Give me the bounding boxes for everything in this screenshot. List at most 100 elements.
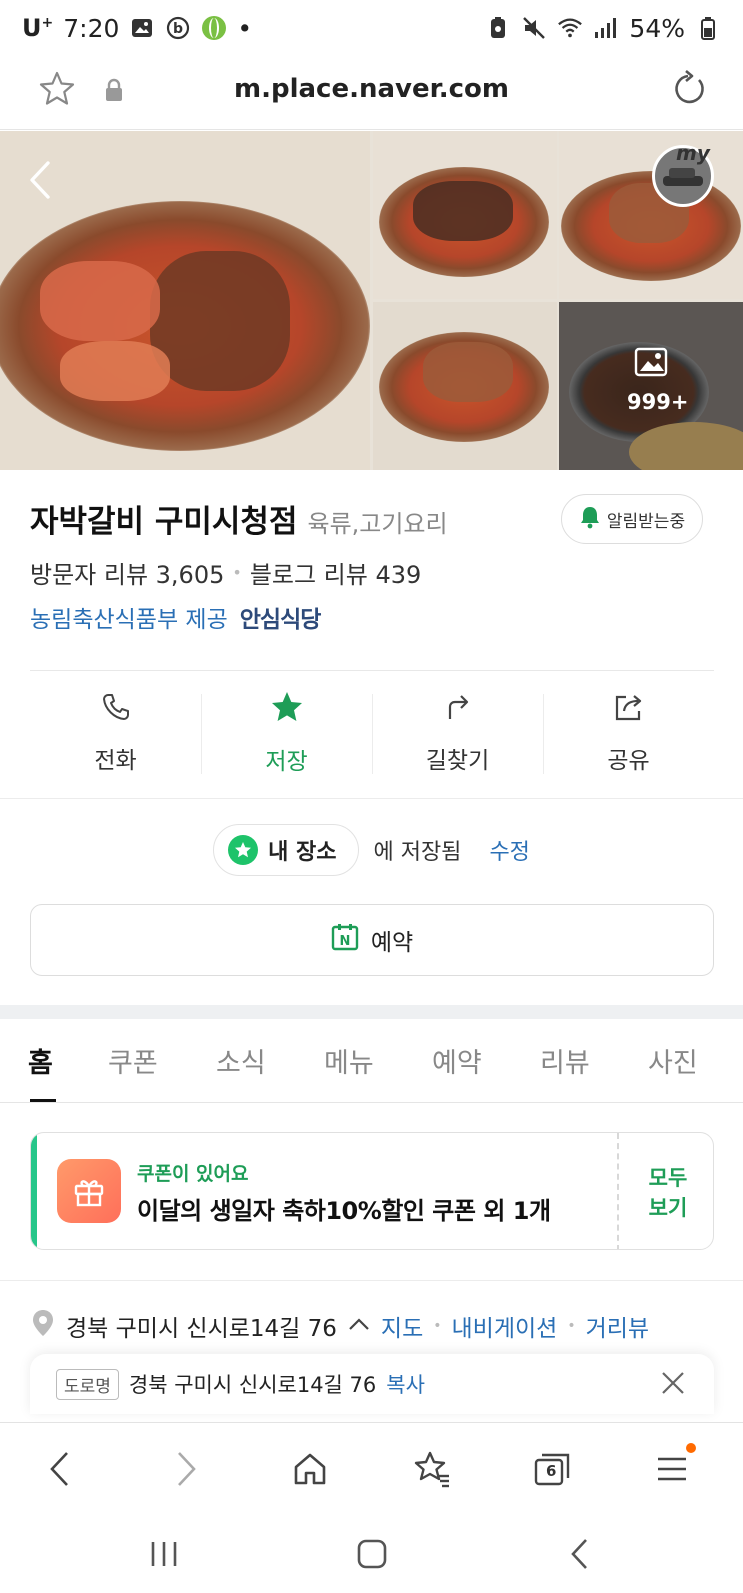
- svg-text:b: b: [173, 21, 183, 37]
- tab-home[interactable]: 홈: [28, 1041, 53, 1080]
- place-tabs: 홈 쿠폰 소식 메뉴 예약 리뷰 사진: [0, 1019, 743, 1103]
- alarm-button[interactable]: 알림받는중: [561, 494, 703, 544]
- my-places-chip[interactable]: 내 장소: [213, 824, 360, 876]
- address-detail-card: 도로명 경북 구미시 신시로14길 76 복사: [30, 1354, 714, 1414]
- copy-address-button[interactable]: 복사: [386, 1369, 425, 1399]
- safe-restaurant-row: 농림축산식품부 제공 안심식당: [30, 600, 322, 634]
- battery-percent: 54%: [629, 13, 685, 43]
- navigation-link[interactable]: 내비게이션: [452, 1309, 558, 1343]
- separator-dot: •: [433, 1318, 442, 1334]
- tabs-icon[interactable]: 6: [528, 1445, 576, 1493]
- chevron-up-icon[interactable]: [347, 1313, 371, 1339]
- home-icon[interactable]: [286, 1445, 334, 1493]
- coupon-card[interactable]: 쿠폰이 있어요 이달의 생일자 축하10%할인 쿠폰 외 1개 모두 보기: [30, 1132, 714, 1250]
- menu-notification-dot: [686, 1443, 696, 1453]
- tab-review[interactable]: 리뷰: [540, 1041, 590, 1080]
- tab-news[interactable]: 소식: [216, 1041, 266, 1080]
- separator-dot: •: [232, 563, 242, 582]
- see-all-line2: 보기: [648, 1196, 688, 1220]
- signal-icon: [593, 15, 619, 41]
- directions-label: 길찾기: [425, 748, 490, 774]
- line-app-icon: [201, 15, 227, 41]
- edit-link[interactable]: 수정: [489, 834, 529, 866]
- address-text: 경북 구미시 신시로14길 76: [66, 1316, 337, 1342]
- save-button[interactable]: 저장: [201, 680, 372, 786]
- menu-icon[interactable]: [648, 1443, 696, 1493]
- directions-button[interactable]: 길찾기: [372, 680, 543, 786]
- band-app-icon: b: [165, 15, 191, 41]
- gallery-photo-2[interactable]: [559, 131, 743, 299]
- close-icon[interactable]: [660, 1370, 686, 1401]
- review-counts: 방문자 리뷰 3,605 • 블로그 리뷰 439: [30, 555, 421, 590]
- alarm-label: 알림받는중: [606, 511, 686, 532]
- bell-icon: [579, 505, 601, 534]
- coupon-title: 쿠폰이 있어요: [137, 1163, 249, 1185]
- call-button[interactable]: 전화: [30, 680, 201, 786]
- gift-icon: [57, 1159, 121, 1223]
- map-link[interactable]: 지도: [381, 1309, 423, 1343]
- url-text[interactable]: m.place.naver.com: [0, 74, 743, 104]
- reservation-button[interactable]: N 예약: [30, 904, 714, 976]
- reload-icon[interactable]: [669, 70, 707, 112]
- browser-url-bar: m.place.naver.com: [0, 56, 743, 130]
- gallery-photo-3[interactable]: [373, 302, 557, 470]
- battery-icon: [695, 15, 721, 41]
- gallery-photo-1[interactable]: [373, 131, 557, 299]
- mute-icon: [521, 15, 547, 41]
- road-address: 경북 구미시 신시로14길 76: [128, 1373, 377, 1397]
- main-photo[interactable]: [0, 131, 370, 470]
- visitor-review-link[interactable]: 방문자 리뷰 3,605: [30, 555, 224, 590]
- my-label: my: [676, 141, 710, 165]
- coupon-accent-bar: [31, 1133, 37, 1249]
- back-arrow-icon[interactable]: [26, 159, 54, 205]
- bookmarks-icon[interactable]: [408, 1445, 456, 1493]
- share-label: 공유: [607, 748, 650, 774]
- provider-label: 농림축산식품부 제공: [30, 607, 228, 633]
- save-label: 저장: [265, 749, 308, 775]
- system-home-icon[interactable]: [348, 1530, 396, 1578]
- phone-icon: [100, 691, 132, 729]
- place-category: 육류,고기요리: [307, 510, 448, 538]
- photo-gallery[interactable]: my 999+: [0, 131, 743, 470]
- place-title-row: 자박갈비 구미시청점 육류,고기요리: [30, 496, 448, 541]
- location-pin-icon: [30, 1308, 56, 1344]
- section-divider: [0, 1005, 743, 1019]
- blog-review-link[interactable]: 블로그 리뷰 439: [250, 555, 421, 590]
- safe-restaurant-badge: 안심식당: [239, 607, 322, 633]
- system-back-icon[interactable]: [556, 1530, 604, 1578]
- coupon-divider: [617, 1133, 619, 1249]
- image-icon: [634, 347, 668, 381]
- place-name: 자박갈비 구미시청점: [30, 504, 298, 540]
- tab-photo[interactable]: 사진: [648, 1041, 698, 1080]
- street-view-link[interactable]: 거리뷰: [586, 1309, 649, 1343]
- saved-star-icon: [228, 835, 259, 865]
- tab-menu[interactable]: 메뉴: [324, 1041, 374, 1080]
- share-button[interactable]: 공유: [543, 680, 714, 786]
- see-all-line1: 모두: [648, 1166, 688, 1190]
- clock: 7:20: [63, 13, 120, 43]
- action-bar: 전화 저장 길찾기 공유: [30, 680, 714, 786]
- see-all-coupons-button[interactable]: 모두 보기: [623, 1163, 713, 1223]
- system-navigation-bar: [0, 1512, 743, 1593]
- recent-apps-icon[interactable]: [140, 1530, 188, 1578]
- reservation-label: 예약: [370, 930, 414, 956]
- coupon-description: 이달의 생일자 축하10%할인 쿠폰 외 1개: [137, 1197, 551, 1225]
- browser-toolbar: 6: [0, 1422, 743, 1512]
- my-places-label: 내 장소: [268, 840, 337, 865]
- directions-icon: [442, 691, 474, 729]
- battery-saver-icon: [485, 15, 511, 41]
- status-bar: U+ 7:20 b • 54%: [0, 0, 743, 56]
- tab-coupon[interactable]: 쿠폰: [108, 1041, 158, 1080]
- active-tab-indicator: [30, 1099, 56, 1102]
- svg-text:N: N: [339, 934, 350, 949]
- forward-icon[interactable]: [162, 1445, 210, 1493]
- tab-count: 6: [546, 1462, 557, 1480]
- naver-calendar-icon: N: [331, 923, 359, 957]
- saved-text: 에 저장됨: [373, 840, 462, 865]
- back-icon[interactable]: [36, 1445, 84, 1493]
- more-notifications-dot-icon: •: [237, 13, 253, 43]
- star-icon: [270, 690, 304, 730]
- gallery-notification-icon: [129, 15, 155, 41]
- gallery-photo-more[interactable]: [559, 302, 743, 470]
- tab-reservation[interactable]: 예약: [432, 1041, 482, 1080]
